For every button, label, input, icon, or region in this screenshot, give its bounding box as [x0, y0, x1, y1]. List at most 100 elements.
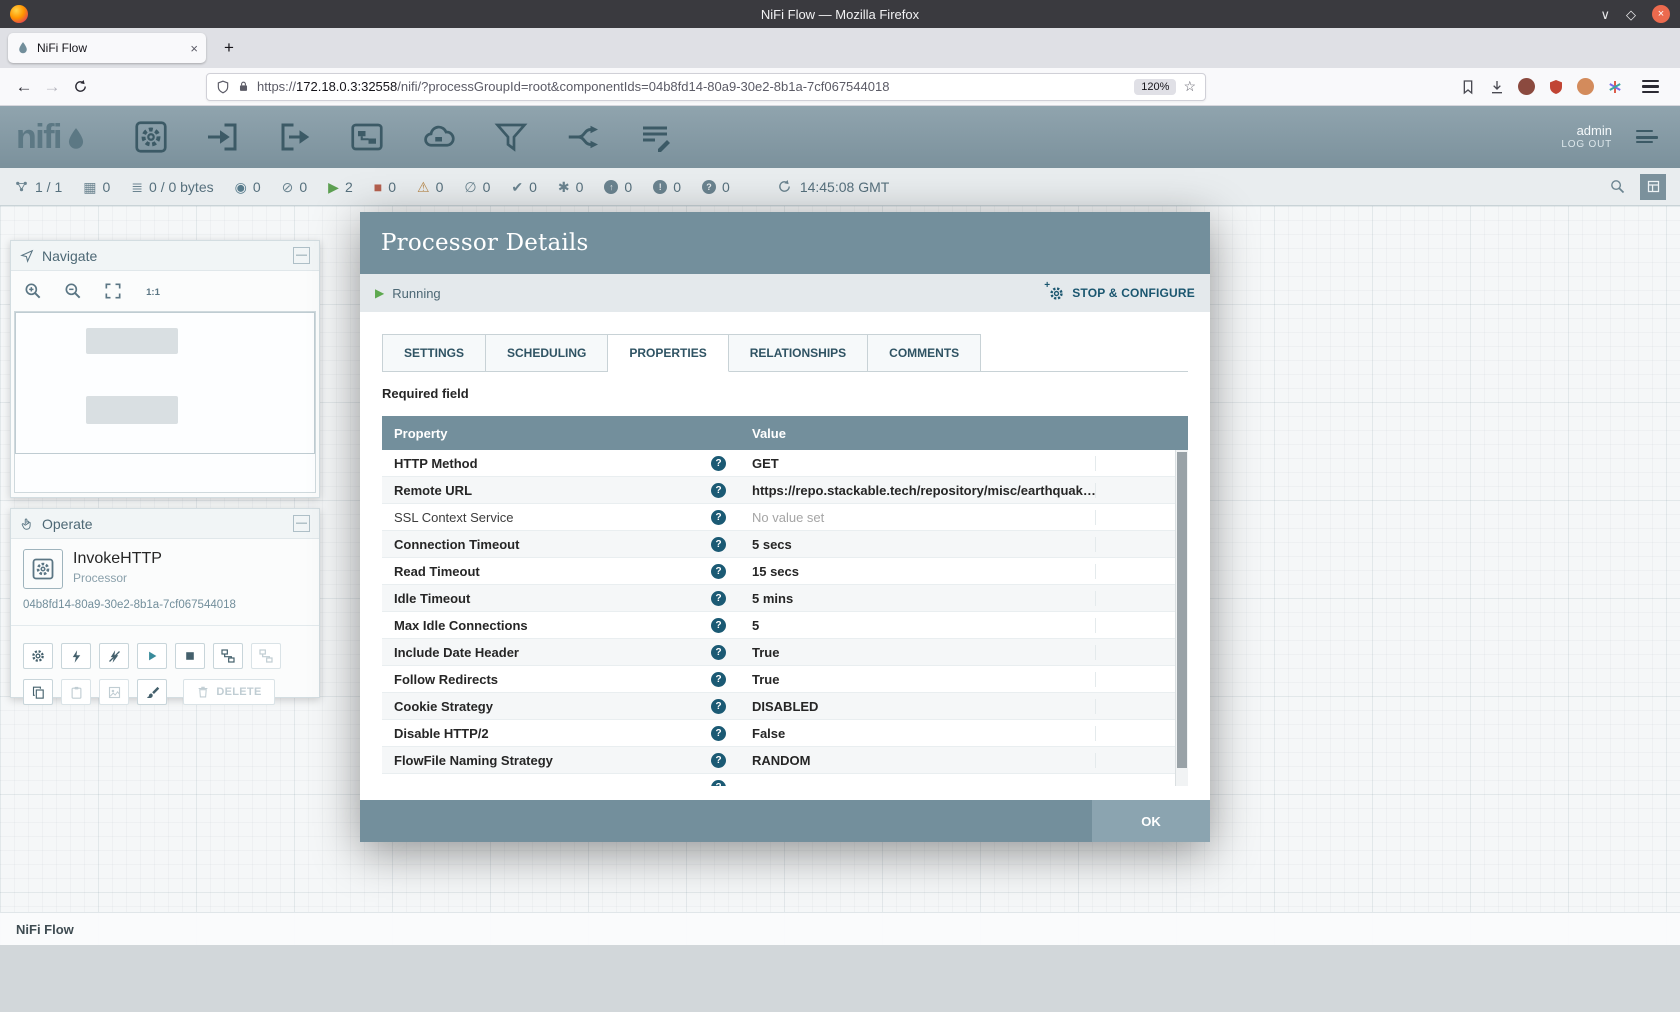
property-row: Connection Timeout? 5 secs: [382, 531, 1188, 558]
birdseye-minimap[interactable]: [14, 311, 316, 493]
help-icon[interactable]: ?: [711, 537, 726, 552]
help-icon[interactable]: ?: [711, 483, 726, 498]
extension-asterisk-icon[interactable]: [1607, 79, 1623, 95]
stopped-icon: ■: [374, 180, 382, 194]
help-icon[interactable]: ?: [711, 726, 726, 741]
stop-and-configure-button[interactable]: + STOP & CONFIGURE: [1048, 285, 1195, 302]
selected-component-name: InvokeHTTP: [73, 550, 162, 568]
tab-properties[interactable]: PROPERTIES: [608, 334, 728, 372]
tab-title: NiFi Flow: [37, 41, 183, 55]
back-button[interactable]: ←: [10, 73, 38, 101]
operate-collapse-button[interactable]: —: [293, 515, 310, 532]
template-component-icon[interactable]: [561, 115, 605, 159]
help-icon[interactable]: ?: [711, 753, 726, 768]
tab-relationships[interactable]: RELATIONSHIPS: [729, 334, 868, 372]
copy-button[interactable]: [23, 679, 53, 705]
zoom-out-button[interactable]: [63, 281, 83, 301]
breadcrumb[interactable]: NiFi Flow: [16, 922, 74, 937]
upload-template-button[interactable]: [251, 643, 281, 669]
help-icon[interactable]: ?: [711, 510, 726, 525]
tab-settings[interactable]: SETTINGS: [382, 334, 486, 372]
value-column-header: Value: [740, 426, 1188, 441]
property-row: Include Date Header? True: [382, 639, 1188, 666]
firefox-window: NiFi Flow — Mozilla Firefox ∨ ◇ × NiFi F…: [0, 0, 1680, 1012]
disable-button[interactable]: [99, 643, 129, 669]
downloads-icon[interactable]: [1489, 79, 1505, 95]
enable-button[interactable]: [61, 643, 91, 669]
help-icon[interactable]: ?: [711, 591, 726, 606]
not-transmitting-icon: ⊘: [282, 180, 294, 194]
tab-comments[interactable]: COMMENTS: [868, 334, 981, 372]
window-minimize-button[interactable]: ∨: [1600, 8, 1610, 21]
panel-toggle-button[interactable]: [1640, 174, 1666, 200]
refresh-icon[interactable]: [777, 179, 792, 194]
window-titlebar: NiFi Flow — Mozilla Firefox ∨ ◇ ×: [0, 0, 1680, 28]
processor-badge-icon: [23, 549, 63, 589]
paste-button[interactable]: [61, 679, 91, 705]
help-icon[interactable]: ?: [711, 564, 726, 579]
dialog-title: Processor Details: [381, 230, 589, 256]
url-text: https://172.18.0.3:32558/nifi/?processGr…: [257, 79, 1127, 94]
ok-button[interactable]: OK: [1092, 800, 1210, 842]
fill-color-button[interactable]: [99, 679, 129, 705]
help-icon[interactable]: ?: [711, 456, 726, 471]
logout-link[interactable]: LOG OUT: [1561, 139, 1612, 152]
window-maximize-button[interactable]: ◇: [1626, 8, 1636, 21]
dialog-header: Processor Details: [360, 212, 1210, 274]
label-component-icon[interactable]: [633, 115, 677, 159]
table-scrollbar[interactable]: [1175, 450, 1188, 786]
extension-avatar2-icon[interactable]: [1577, 78, 1594, 95]
stale-icon: ↑: [604, 180, 618, 194]
zoom-level-badge[interactable]: 120%: [1134, 79, 1176, 95]
table-scrollbar-thumb[interactable]: [1177, 452, 1187, 768]
forward-button[interactable]: →: [38, 73, 66, 101]
zoom-fit-button[interactable]: [103, 281, 123, 301]
new-tab-button[interactable]: +: [216, 35, 242, 61]
help-icon[interactable]: ?: [711, 780, 726, 787]
global-menu-button[interactable]: [1630, 136, 1664, 139]
window-close-button[interactable]: ×: [1652, 5, 1670, 23]
zoom-actual-size-button[interactable]: [143, 281, 165, 301]
navigate-panel: Navigate —: [10, 240, 320, 498]
delete-button[interactable]: DELETE: [183, 679, 275, 705]
navigate-panel-title: Navigate: [42, 248, 97, 264]
ublock-extension-icon[interactable]: [1548, 79, 1564, 95]
property-row: Cookie Strategy? DISABLED: [382, 693, 1188, 720]
save-to-pocket-icon[interactable]: [1460, 79, 1476, 95]
create-template-button[interactable]: [213, 643, 243, 669]
change-color-button[interactable]: [137, 679, 167, 705]
help-icon[interactable]: ?: [711, 672, 726, 687]
address-bar[interactable]: https://172.18.0.3:32558/nifi/?processGr…: [206, 73, 1206, 101]
help-icon[interactable]: ?: [711, 645, 726, 660]
lock-icon[interactable]: [237, 80, 250, 93]
output-port-component-icon[interactable]: [273, 115, 317, 159]
stat-invalid: ⚠0: [417, 179, 443, 195]
browser-menu-button[interactable]: [1636, 73, 1664, 101]
configure-button[interactable]: [23, 643, 53, 669]
tab-scheduling[interactable]: SCHEDULING: [486, 334, 608, 372]
bookmark-star-icon[interactable]: ☆: [1183, 78, 1196, 95]
property-row-partial: ?: [382, 774, 1188, 786]
threads-icon: ▦: [83, 180, 96, 194]
remote-process-group-component-icon[interactable]: [417, 115, 461, 159]
reload-button[interactable]: [66, 73, 94, 101]
stop-button[interactable]: [175, 643, 205, 669]
property-row: Idle Timeout? 5 mins: [382, 585, 1188, 612]
property-row: Read Timeout? 15 secs: [382, 558, 1188, 585]
operate-panel-header: Operate —: [11, 509, 319, 539]
search-icon[interactable]: [1609, 178, 1626, 195]
browser-tab[interactable]: NiFi Flow ×: [8, 33, 206, 63]
funnel-component-icon[interactable]: [489, 115, 533, 159]
processor-component-icon[interactable]: [129, 115, 173, 159]
help-icon[interactable]: ?: [711, 699, 726, 714]
extension-avatar-icon[interactable]: [1518, 78, 1535, 95]
process-group-component-icon[interactable]: [345, 115, 389, 159]
help-icon[interactable]: ?: [711, 618, 726, 633]
nifi-logo: nifi: [16, 122, 89, 153]
zoom-in-button[interactable]: [23, 281, 43, 301]
tracking-protection-shield-icon[interactable]: [216, 80, 230, 94]
tab-close-icon[interactable]: ×: [190, 41, 198, 56]
start-button[interactable]: [137, 643, 167, 669]
navigate-collapse-button[interactable]: —: [293, 247, 310, 264]
input-port-component-icon[interactable]: [201, 115, 245, 159]
